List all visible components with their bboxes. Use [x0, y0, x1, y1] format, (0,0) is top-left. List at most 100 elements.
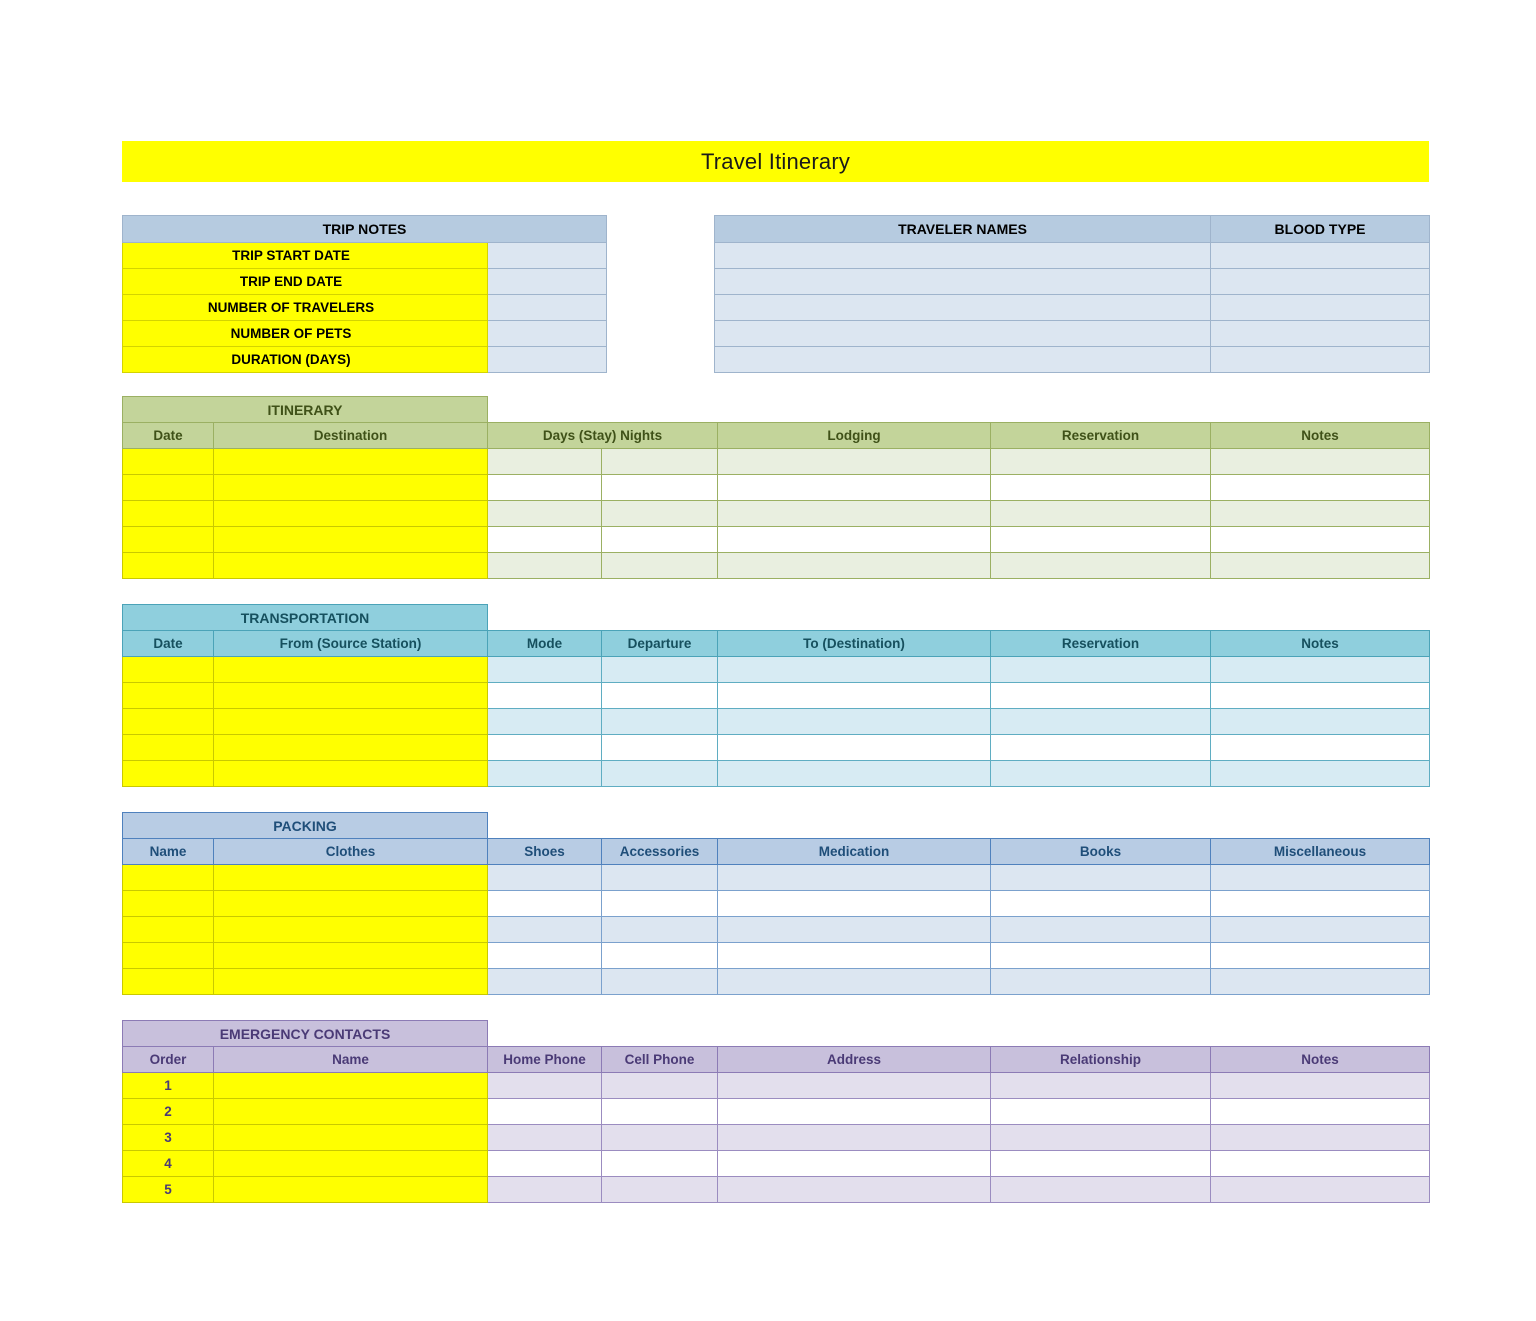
- emergency-home-phone-input[interactable]: [487, 1098, 603, 1125]
- transportation-notes-input[interactable]: [1209, 708, 1431, 735]
- transportation-from-input[interactable]: [213, 760, 488, 787]
- traveler-name-input[interactable]: [714, 294, 1211, 321]
- packing-books-input[interactable]: [990, 890, 1211, 917]
- packing-medication-input[interactable]: [717, 968, 991, 995]
- transportation-notes-input[interactable]: [1209, 682, 1431, 709]
- emergency-name-input[interactable]: [212, 1098, 489, 1125]
- emergency-address-input[interactable]: [717, 1098, 992, 1125]
- transportation-reservation-input[interactable]: [990, 760, 1211, 787]
- blood-type-input[interactable]: [1210, 294, 1430, 321]
- itinerary-notes-input[interactable]: [1209, 474, 1431, 501]
- itinerary-destination-input[interactable]: [213, 526, 488, 553]
- traveler-name-input[interactable]: [714, 268, 1211, 295]
- packing-name-input[interactable]: [122, 890, 214, 917]
- packing-clothes-input[interactable]: [213, 864, 488, 891]
- itinerary-reservation-input[interactable]: [990, 526, 1211, 553]
- packing-medication-input[interactable]: [717, 942, 991, 969]
- packing-medication-input[interactable]: [717, 890, 991, 917]
- itinerary-notes-input[interactable]: [1209, 526, 1431, 553]
- itinerary-nights-input[interactable]: [601, 474, 718, 501]
- itinerary-days-input[interactable]: [487, 500, 602, 527]
- packing-name-input[interactable]: [122, 916, 214, 943]
- transportation-reservation-input[interactable]: [990, 734, 1211, 761]
- emergency-home-phone-input[interactable]: [487, 1176, 603, 1203]
- emergency-notes-input[interactable]: [1210, 1176, 1431, 1203]
- packing-accessories-input[interactable]: [601, 968, 718, 995]
- itinerary-reservation-input[interactable]: [990, 552, 1211, 579]
- transportation-from-input[interactable]: [213, 682, 488, 709]
- transportation-mode-input[interactable]: [487, 708, 602, 735]
- packing-books-input[interactable]: [990, 916, 1211, 943]
- itinerary-destination-input[interactable]: [213, 448, 488, 475]
- blood-type-input[interactable]: [1210, 242, 1430, 269]
- packing-books-input[interactable]: [990, 942, 1211, 969]
- transportation-to-input[interactable]: [717, 708, 991, 735]
- blood-type-input[interactable]: [1210, 346, 1430, 373]
- packing-accessories-input[interactable]: [601, 916, 718, 943]
- transportation-to-input[interactable]: [717, 734, 991, 761]
- itinerary-nights-input[interactable]: [601, 552, 718, 579]
- itinerary-notes-input[interactable]: [1209, 500, 1431, 527]
- itinerary-nights-input[interactable]: [601, 448, 718, 475]
- packing-shoes-input[interactable]: [487, 864, 602, 891]
- transportation-mode-input[interactable]: [487, 656, 602, 683]
- itinerary-date-input[interactable]: [122, 552, 214, 579]
- transportation-to-input[interactable]: [717, 760, 991, 787]
- packing-misc-input[interactable]: [1209, 942, 1431, 969]
- emergency-notes-input[interactable]: [1210, 1072, 1431, 1099]
- transportation-departure-input[interactable]: [601, 760, 718, 787]
- emergency-name-input[interactable]: [212, 1072, 489, 1099]
- emergency-relationship-input[interactable]: [990, 1176, 1212, 1203]
- emergency-notes-input[interactable]: [1210, 1098, 1431, 1125]
- emergency-name-input[interactable]: [212, 1176, 489, 1203]
- itinerary-days-input[interactable]: [487, 448, 602, 475]
- traveler-name-input[interactable]: [714, 242, 1211, 269]
- transportation-from-input[interactable]: [213, 708, 488, 735]
- traveler-name-input[interactable]: [714, 346, 1211, 373]
- packing-shoes-input[interactable]: [487, 968, 602, 995]
- itinerary-days-input[interactable]: [487, 552, 602, 579]
- packing-misc-input[interactable]: [1209, 890, 1431, 917]
- trip-start-date-input[interactable]: [486, 242, 608, 269]
- packing-misc-input[interactable]: [1209, 968, 1431, 995]
- packing-clothes-input[interactable]: [213, 942, 488, 969]
- transportation-from-input[interactable]: [213, 734, 488, 761]
- emergency-cell-phone-input[interactable]: [601, 1072, 719, 1099]
- transportation-reservation-input[interactable]: [990, 682, 1211, 709]
- emergency-home-phone-input[interactable]: [487, 1124, 603, 1151]
- emergency-relationship-input[interactable]: [990, 1098, 1212, 1125]
- itinerary-days-input[interactable]: [487, 474, 602, 501]
- transportation-reservation-input[interactable]: [990, 656, 1211, 683]
- packing-clothes-input[interactable]: [213, 968, 488, 995]
- transportation-date-input[interactable]: [122, 708, 214, 735]
- itinerary-notes-input[interactable]: [1209, 552, 1431, 579]
- transportation-reservation-input[interactable]: [990, 708, 1211, 735]
- itinerary-lodging-input[interactable]: [717, 474, 991, 501]
- itinerary-reservation-input[interactable]: [990, 474, 1211, 501]
- packing-name-input[interactable]: [122, 864, 214, 891]
- blood-type-input[interactable]: [1210, 268, 1430, 295]
- emergency-home-phone-input[interactable]: [487, 1150, 603, 1177]
- itinerary-date-input[interactable]: [122, 448, 214, 475]
- emergency-relationship-input[interactable]: [990, 1150, 1212, 1177]
- itinerary-lodging-input[interactable]: [717, 500, 991, 527]
- packing-misc-input[interactable]: [1209, 916, 1431, 943]
- transportation-date-input[interactable]: [122, 656, 214, 683]
- transportation-departure-input[interactable]: [601, 708, 718, 735]
- transportation-date-input[interactable]: [122, 734, 214, 761]
- number-of-travelers-input[interactable]: [486, 294, 608, 321]
- packing-shoes-input[interactable]: [487, 942, 602, 969]
- duration-days-input[interactable]: [486, 346, 608, 373]
- emergency-address-input[interactable]: [717, 1124, 992, 1151]
- itinerary-nights-input[interactable]: [601, 500, 718, 527]
- transportation-departure-input[interactable]: [601, 656, 718, 683]
- packing-clothes-input[interactable]: [213, 890, 488, 917]
- packing-medication-input[interactable]: [717, 916, 991, 943]
- packing-medication-input[interactable]: [717, 864, 991, 891]
- emergency-cell-phone-input[interactable]: [601, 1150, 719, 1177]
- itinerary-notes-input[interactable]: [1209, 448, 1431, 475]
- transportation-to-input[interactable]: [717, 656, 991, 683]
- transportation-mode-input[interactable]: [487, 760, 602, 787]
- transportation-departure-input[interactable]: [601, 682, 718, 709]
- transportation-mode-input[interactable]: [487, 734, 602, 761]
